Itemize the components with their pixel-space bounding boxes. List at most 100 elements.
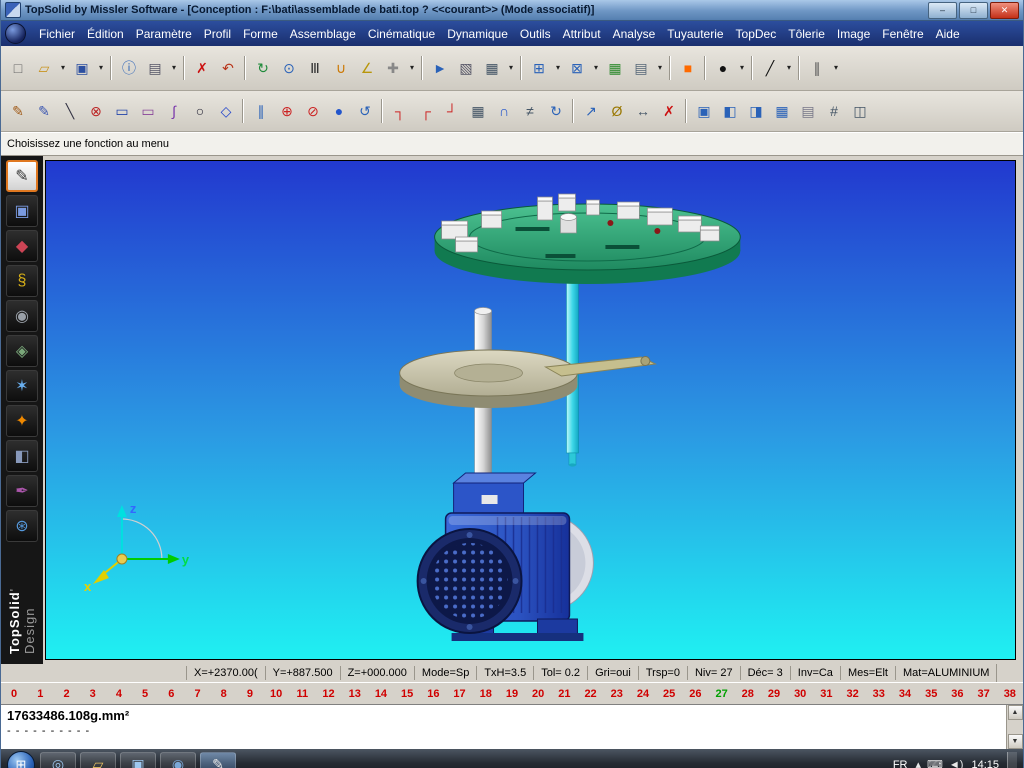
- color-swatch-button[interactable]: ■: [675, 55, 701, 81]
- spin-button[interactable]: ↻: [543, 98, 569, 124]
- level-button[interactable]: 28: [735, 688, 761, 700]
- angle-button[interactable]: ∠: [354, 55, 380, 81]
- corner-button[interactable]: ┐: [387, 98, 413, 124]
- block-tool[interactable]: ◧: [6, 440, 38, 472]
- wrench-tool[interactable]: ✦: [6, 405, 38, 437]
- clock[interactable]: 14:15: [971, 759, 999, 768]
- sphere-button[interactable]: ●: [326, 98, 352, 124]
- toolbar-button[interactable]: [569, 99, 578, 123]
- print-preview-button[interactable]: ▤: [628, 55, 654, 81]
- print-preview-caret[interactable]: ▾: [654, 55, 666, 81]
- language-indicator[interactable]: FR: [893, 759, 908, 768]
- toolbar-button[interactable]: [795, 56, 804, 80]
- zoom-all-caret[interactable]: ▾: [590, 55, 602, 81]
- level-button[interactable]: 31: [813, 688, 839, 700]
- rectangle-button[interactable]: ▭: [109, 98, 135, 124]
- menu-item[interactable]: Aide: [930, 24, 966, 44]
- level-button[interactable]: 21: [551, 688, 577, 700]
- level-button[interactable]: 7: [184, 688, 210, 700]
- line-button[interactable]: ╲: [57, 98, 83, 124]
- ring-tool[interactable]: ◉: [6, 300, 38, 332]
- toolbar-button[interactable]: [418, 56, 427, 80]
- save-button[interactable]: ▣: [69, 55, 95, 81]
- tolerance[interactable]: Tol= 0.2: [533, 666, 587, 680]
- toolbar-button[interactable]: [241, 56, 250, 80]
- level-button[interactable]: 29: [761, 688, 787, 700]
- toolbar-button[interactable]: [682, 99, 691, 123]
- transparency[interactable]: Trsp=0: [638, 666, 687, 680]
- level-button[interactable]: 6: [158, 688, 184, 700]
- delete-operation-button[interactable]: ✗: [656, 98, 682, 124]
- level-button[interactable]: 35: [918, 688, 944, 700]
- info-button[interactable]: ⓘ: [116, 55, 142, 81]
- level-button[interactable]: 33: [866, 688, 892, 700]
- polygon-button[interactable]: ◇: [213, 98, 239, 124]
- level-button[interactable]: 38: [997, 688, 1023, 700]
- start-button[interactable]: ⊞: [7, 751, 35, 768]
- level-button[interactable]: 18: [473, 688, 499, 700]
- inversion[interactable]: Inv=Ca: [790, 666, 840, 680]
- surface-tool[interactable]: ◆: [6, 230, 38, 262]
- zoom-all-button[interactable]: ⊠: [564, 55, 590, 81]
- level-button[interactable]: 13: [342, 688, 368, 700]
- level-button[interactable]: 5: [132, 688, 158, 700]
- machining-tool[interactable]: ◈: [6, 335, 38, 367]
- menu-item[interactable]: Forme: [237, 24, 284, 44]
- text-height[interactable]: TxH=3.5: [476, 666, 533, 680]
- measure[interactable]: Mes=Elt: [840, 666, 895, 680]
- scroll-down-icon[interactable]: ▼: [1008, 734, 1023, 749]
- menu-item[interactable]: Édition: [81, 24, 130, 44]
- menu-item[interactable]: Tuyauterie: [661, 24, 729, 44]
- topsolid-logo-icon[interactable]: [5, 23, 26, 44]
- include-button[interactable]: ◧: [717, 98, 743, 124]
- undo-button[interactable]: ↶: [215, 55, 241, 81]
- clipboard-button[interactable]: ▤: [795, 98, 821, 124]
- minimize-button[interactable]: –: [928, 2, 957, 19]
- show-desktop-button[interactable]: [1007, 752, 1017, 768]
- viewport-3d[interactable]: z y x: [45, 160, 1016, 660]
- menu-item[interactable]: Fichier: [33, 24, 81, 44]
- material[interactable]: Mat=ALUMINIUM: [895, 666, 997, 680]
- toolbar-button[interactable]: [517, 56, 526, 80]
- menu-item[interactable]: Cinématique: [362, 24, 441, 44]
- pattern-star-tool[interactable]: ✶: [6, 370, 38, 402]
- menu-item[interactable]: Outils: [514, 24, 557, 44]
- level-button[interactable]: 23: [604, 688, 630, 700]
- magnet-button[interactable]: ∪: [328, 55, 354, 81]
- y-coordinate[interactable]: Y=+887.500: [265, 666, 340, 680]
- level-button[interactable]: 9: [237, 688, 263, 700]
- menu-item[interactable]: TopDec: [730, 24, 783, 44]
- ruler-button[interactable]: Ⅲ: [302, 55, 328, 81]
- tray-hidden-icon[interactable]: ▴: [915, 758, 921, 768]
- level[interactable]: Niv= 27: [687, 666, 740, 680]
- x-coordinate[interactable]: X=+2370.00(: [186, 666, 265, 680]
- axes-button[interactable]: ✚: [380, 55, 406, 81]
- open-folder-caret[interactable]: ▾: [57, 55, 69, 81]
- taskbar-topsolid[interactable]: ✎: [200, 752, 236, 768]
- zoom-button[interactable]: ⊙: [276, 55, 302, 81]
- level-button[interactable]: 10: [263, 688, 289, 700]
- drafting-grid-button[interactable]: #: [821, 98, 847, 124]
- circle-button[interactable]: ⊕: [274, 98, 300, 124]
- output-scrollbar[interactable]: ▲ ▼: [1006, 705, 1023, 749]
- level-button[interactable]: 2: [53, 688, 79, 700]
- level-button[interactable]: 25: [656, 688, 682, 700]
- grid[interactable]: Gri=oui: [587, 666, 638, 680]
- toolbar-button[interactable]: [378, 99, 387, 123]
- ellipse-button[interactable]: ○: [187, 98, 213, 124]
- menu-item[interactable]: Assemblage: [284, 24, 362, 44]
- point-style-button[interactable]: ●: [710, 55, 736, 81]
- level-button[interactable]: 12: [315, 688, 341, 700]
- measure-button[interactable]: ↗: [578, 98, 604, 124]
- taskbar-media[interactable]: ◉: [160, 752, 196, 768]
- menu-item[interactable]: Image: [831, 24, 876, 44]
- menu-item[interactable]: Paramètre: [130, 24, 198, 44]
- select-zone-button[interactable]: ▧: [453, 55, 479, 81]
- fillet-button[interactable]: ∩: [491, 98, 517, 124]
- parallel-button[interactable]: ∥: [248, 98, 274, 124]
- point-button[interactable]: ⊗: [83, 98, 109, 124]
- menu-item[interactable]: Tôlerie: [782, 24, 831, 44]
- level-button[interactable]: 30: [787, 688, 813, 700]
- level-button[interactable]: 24: [630, 688, 656, 700]
- toolbar-button[interactable]: [666, 56, 675, 80]
